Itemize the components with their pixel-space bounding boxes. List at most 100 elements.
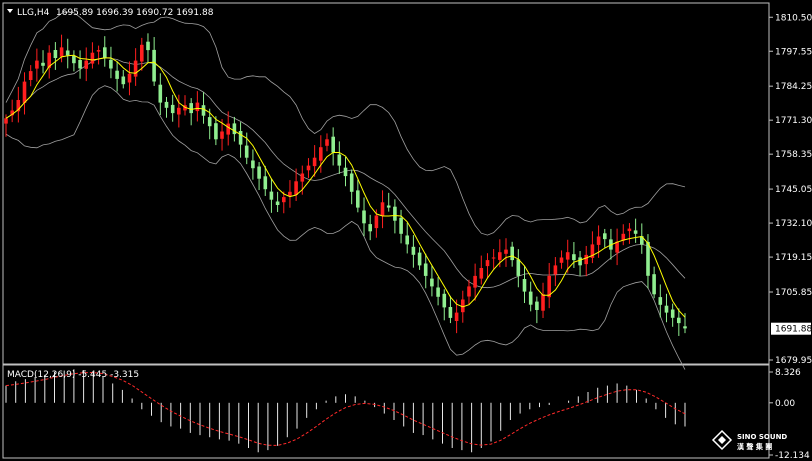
candle [522, 265, 527, 304]
candle-body [393, 206, 397, 221]
candle-body [565, 252, 570, 260]
candle-body [41, 62, 45, 66]
candle-body [584, 254, 588, 265]
candle-body [362, 210, 366, 224]
symbol-dropdown-icon[interactable] [7, 9, 13, 13]
candle [405, 222, 409, 254]
candle-body [121, 76, 126, 85]
candle-body [53, 50, 58, 58]
candle-body [615, 241, 619, 253]
candle [251, 149, 255, 180]
candle [491, 249, 496, 269]
bollinger-bands [5, 11, 686, 370]
candle [103, 36, 107, 67]
candle [337, 141, 342, 174]
candle-body [405, 235, 409, 245]
candle-body [78, 60, 82, 69]
candle-body [374, 215, 379, 229]
candle-body [269, 191, 274, 200]
candle-body [337, 154, 342, 166]
candle [510, 241, 514, 267]
candle-body [510, 246, 514, 261]
macd-tick-label: 0.00 [775, 399, 795, 409]
candle [590, 231, 595, 264]
candle-body [103, 47, 107, 58]
candle-body [325, 139, 329, 146]
candle [627, 223, 632, 244]
candle-body [553, 265, 558, 275]
candle-body [35, 60, 39, 69]
macd-signal-path [5, 371, 686, 446]
candle [127, 61, 132, 96]
candle [633, 218, 638, 243]
candle-body [294, 181, 298, 195]
candle-body [411, 246, 416, 255]
candle-body [646, 241, 650, 276]
symbol-timeframe: LLG,H4 [17, 8, 50, 18]
candle-body [485, 260, 490, 267]
candle [183, 95, 187, 116]
candle-body [491, 257, 496, 259]
candle-body [127, 73, 132, 83]
candle-body [498, 252, 502, 260]
candle [578, 251, 582, 276]
bollinger-upper-line [5, 11, 686, 236]
candle [133, 48, 138, 86]
candle [411, 235, 416, 268]
candle [325, 133, 329, 152]
candle [442, 289, 447, 321]
candle-body [399, 217, 403, 234]
macd-axis: 8.326 0.00 -12.134 [769, 368, 810, 461]
candle-body [596, 236, 601, 245]
candle [72, 50, 76, 72]
candle [553, 257, 558, 287]
candle-body [627, 228, 632, 232]
candle-body [170, 104, 175, 114]
candle-body [288, 191, 292, 196]
candle-body [368, 224, 372, 232]
macd-histogram [5, 369, 686, 453]
candle-body [664, 305, 669, 313]
candle [41, 50, 45, 74]
price-tick-label: 1745.05 [775, 185, 812, 195]
candle [664, 293, 669, 323]
candle [269, 178, 274, 213]
candle-body [633, 230, 638, 234]
candle [640, 223, 644, 254]
macd-signal-line [5, 371, 686, 446]
candle [479, 255, 484, 285]
logo-subtitle: 漢 聲 集 團 [737, 442, 772, 451]
candle-body [559, 257, 564, 263]
candle-body [84, 60, 88, 69]
candle-body [436, 287, 440, 297]
candle [393, 199, 397, 234]
candle [399, 209, 403, 244]
candle-body [232, 123, 237, 135]
candle-body [541, 294, 545, 311]
candle [485, 253, 490, 278]
price-tick-label: 1679.95 [775, 356, 812, 366]
candle [84, 47, 88, 82]
candle [16, 86, 21, 123]
candle [615, 228, 619, 266]
candle-body [306, 165, 311, 171]
candle [53, 42, 58, 70]
candle [417, 247, 422, 270]
candle [152, 37, 156, 86]
candle-body [146, 41, 150, 51]
candle [195, 91, 200, 122]
candle-body [133, 60, 138, 77]
price-tick-label: 1758.35 [775, 150, 812, 160]
candle [467, 279, 471, 305]
candle-body [275, 201, 280, 205]
candle [386, 192, 391, 212]
candle [47, 45, 51, 79]
candle [652, 266, 656, 299]
candle [78, 50, 82, 79]
candle-body [109, 59, 113, 69]
candle [343, 156, 348, 187]
candle [349, 169, 354, 205]
candle [356, 179, 360, 213]
candle-body [312, 157, 317, 167]
candle-body [319, 147, 323, 161]
